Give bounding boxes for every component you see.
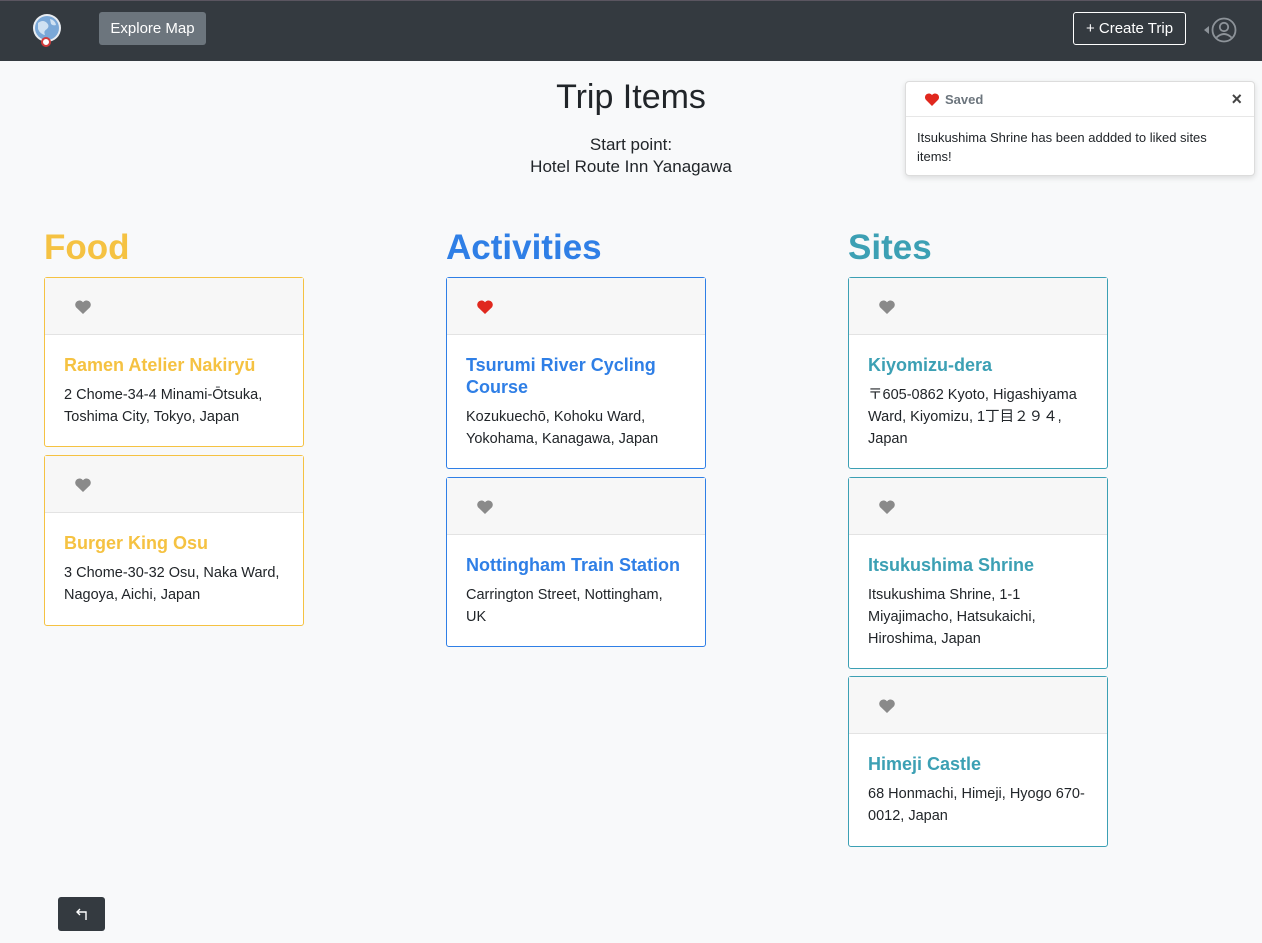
toast-title: Saved bbox=[945, 91, 984, 107]
activity-card: Nottingham Train Station Carrington Stre… bbox=[446, 477, 706, 647]
caret-left-icon bbox=[1204, 26, 1209, 34]
user-menu[interactable] bbox=[1204, 17, 1238, 43]
card-header bbox=[45, 278, 303, 335]
site-card: Kiyomizu-dera 〒605-0862 Kyoto, Higashiya… bbox=[848, 277, 1108, 469]
card-header bbox=[849, 278, 1107, 335]
site-card: Itsukushima Shrine Itsukushima Shrine, 1… bbox=[848, 477, 1108, 669]
card-header bbox=[849, 677, 1107, 734]
item-name[interactable]: Ramen Atelier Nakiryū bbox=[64, 354, 284, 376]
item-name[interactable]: Nottingham Train Station bbox=[466, 554, 686, 576]
food-section-title: Food bbox=[44, 228, 130, 267]
item-name[interactable]: Burger King Osu bbox=[64, 532, 284, 554]
activity-card: Tsurumi River Cycling Course Kozukuechō,… bbox=[446, 277, 706, 469]
item-name[interactable]: Himeji Castle bbox=[868, 753, 1088, 775]
heart-icon[interactable] bbox=[878, 299, 896, 315]
heart-icon[interactable] bbox=[476, 299, 494, 315]
back-arrow-icon bbox=[75, 908, 87, 920]
heart-icon bbox=[924, 92, 940, 106]
item-address: 〒605-0862 Kyoto, Higashiyama Ward, Kiyom… bbox=[868, 387, 1077, 447]
item-address: Carrington Street, Nottingham, UK bbox=[466, 587, 663, 625]
heart-icon[interactable] bbox=[476, 499, 494, 515]
back-button[interactable] bbox=[58, 897, 105, 931]
heart-icon[interactable] bbox=[74, 299, 92, 315]
sites-section-title: Sites bbox=[848, 228, 932, 267]
globe-logo-icon[interactable] bbox=[30, 13, 64, 47]
item-name[interactable]: Kiyomizu-dera bbox=[868, 354, 1088, 376]
heart-icon[interactable] bbox=[878, 499, 896, 515]
toast-header: Saved bbox=[906, 82, 1254, 117]
item-address: 68 Honmachi, Himeji, Hyogo 670-0012, Jap… bbox=[868, 786, 1085, 824]
heart-icon[interactable] bbox=[878, 698, 896, 714]
explore-map-button[interactable]: Explore Map bbox=[99, 12, 206, 45]
activities-section-title: Activities bbox=[446, 228, 602, 267]
heart-icon[interactable] bbox=[74, 477, 92, 493]
create-trip-button[interactable]: + Create Trip bbox=[1073, 12, 1186, 45]
toast-message: Itsukushima Shrine has been addded to li… bbox=[917, 130, 1207, 164]
item-address: 3 Chome-30-32 Osu, Naka Ward, Nagoya, Ai… bbox=[64, 565, 280, 603]
site-card: Himeji Castle 68 Honmachi, Himeji, Hyogo… bbox=[848, 676, 1108, 847]
card-header bbox=[45, 456, 303, 513]
user-circle-icon bbox=[1211, 17, 1237, 43]
item-address: 2 Chome-34-4 Minami-Ōtsuka, Toshima City… bbox=[64, 387, 263, 425]
item-address: Itsukushima Shrine, 1-1 Miyajimacho, Hat… bbox=[868, 587, 1036, 647]
item-name[interactable]: Tsurumi River Cycling Course bbox=[466, 354, 686, 398]
card-header bbox=[849, 478, 1107, 535]
toast-close-button[interactable]: × bbox=[1231, 90, 1242, 108]
food-card: Burger King Osu 3 Chome-30-32 Osu, Naka … bbox=[44, 455, 304, 626]
saved-toast: Saved × Itsukushima Shrine has been addd… bbox=[905, 81, 1255, 176]
navbar: Explore Map + Create Trip bbox=[0, 0, 1262, 61]
item-address: Kozukuechō, Kohoku Ward, Yokohama, Kanag… bbox=[466, 409, 659, 447]
card-header bbox=[447, 278, 705, 335]
food-card: Ramen Atelier Nakiryū 2 Chome-34-4 Minam… bbox=[44, 277, 304, 447]
card-header bbox=[447, 478, 705, 535]
item-name[interactable]: Itsukushima Shrine bbox=[868, 554, 1088, 576]
